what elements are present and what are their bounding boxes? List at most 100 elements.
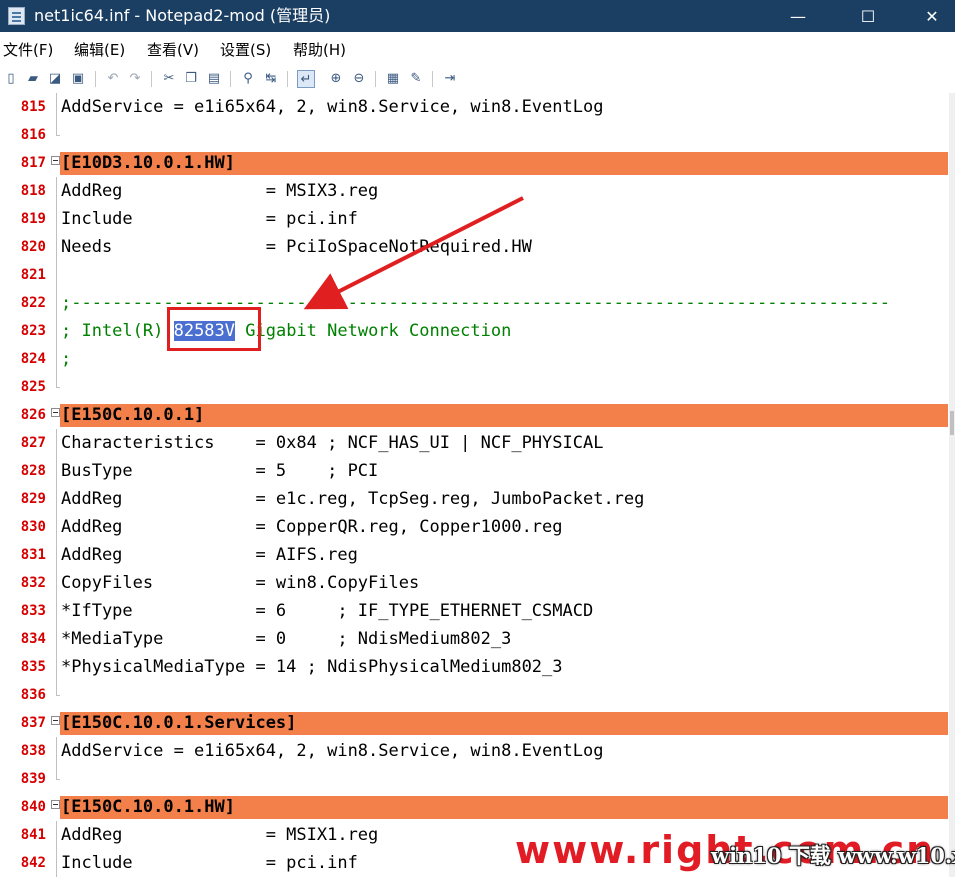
toolbar-separator — [95, 71, 96, 87]
code-line[interactable]: 826 [E150C.10.0.1] — [0, 401, 949, 429]
customize-icon[interactable]: ✎ — [407, 70, 425, 88]
toolbar-separator — [287, 71, 288, 87]
toolbar-separator — [151, 71, 152, 87]
code-text: Characteristics = 0x84 ; NCF_HAS_UI | NC… — [61, 433, 604, 453]
line-number: 838 — [20, 743, 46, 759]
code-line[interactable]: 828 BusType = 5 ; PCI — [0, 457, 949, 485]
fold-guide — [52, 765, 60, 793]
undo-icon[interactable]: ↶ — [104, 70, 122, 88]
new-file-icon[interactable]: ▯ — [2, 70, 20, 88]
code-text: BusType = 5 ; PCI — [61, 461, 379, 481]
close-button[interactable]: ✕ — [909, 0, 955, 32]
vertical-scrollbar[interactable] — [949, 93, 955, 877]
scrollbar-thumb[interactable] — [950, 411, 954, 435]
toolbar-separator — [432, 71, 433, 87]
menu-file[interactable]: 文件(F) — [3, 41, 53, 59]
zoom-out-icon[interactable]: ⊖ — [350, 70, 368, 88]
code-line[interactable]: 833 *IfType = 6 ; IF_TYPE_ETHERNET_CSMACD — [0, 597, 949, 625]
notepad-app-icon[interactable] — [8, 7, 25, 25]
line-number: 833 — [20, 603, 46, 619]
code-line[interactable]: 825 — [0, 373, 949, 401]
browse-icon[interactable]: ◪ — [46, 70, 64, 88]
code-text: AddReg = e1c.reg, TcpSeg.reg, JumboPacke… — [61, 489, 645, 509]
menu-help[interactable]: 帮助(H) — [293, 41, 346, 59]
find-icon[interactable]: ⚲ — [239, 70, 257, 88]
code-line[interactable]: 839 — [0, 765, 949, 793]
word-wrap-icon[interactable]: ↵ — [297, 70, 315, 88]
code-line[interactable]: 835 *PhysicalMediaType = 14 ; NdisPhysica… — [0, 653, 949, 681]
save-icon[interactable]: ▣ — [69, 70, 87, 88]
scheme-icon[interactable]: ▦ — [384, 70, 402, 88]
fold-guide — [52, 121, 60, 149]
minimize-button[interactable]: — — [775, 0, 821, 32]
line-number: 837 — [20, 715, 46, 731]
fold-guide — [52, 849, 60, 877]
menu-view[interactable]: 查看(V) — [147, 41, 199, 59]
code-text: [E150C.10.0.1.HW] — [61, 797, 235, 817]
fold-guide — [52, 457, 60, 485]
redo-icon[interactable]: ↷ — [126, 70, 144, 88]
line-number: 816 — [20, 127, 46, 143]
fold-guide — [52, 289, 60, 317]
code-text: AddReg = MSIX1.reg — [61, 825, 379, 845]
fold-toggle-icon[interactable] — [51, 716, 60, 725]
code-line[interactable]: 816 — [0, 121, 949, 149]
line-number: 829 — [20, 491, 46, 507]
code-line[interactable]: 830 AddReg = CopperQR.reg, Copper1000.reg — [0, 513, 949, 541]
code-line[interactable]: 820 Needs = PciIoSpaceNotRequired.HW — [0, 233, 949, 261]
replace-icon[interactable]: ↹ — [262, 70, 280, 88]
fold-guide — [52, 541, 60, 569]
fold-toggle-icon[interactable] — [51, 800, 60, 809]
code-text: ; — [61, 349, 72, 369]
fold-guide — [52, 681, 60, 709]
code-line[interactable]: 823 ; Intel(R) 82583V Gigabit Network Con… — [0, 317, 949, 345]
code-line[interactable]: 837 [E150C.10.0.1.Services] — [0, 709, 949, 737]
code-line[interactable]: 836 — [0, 681, 949, 709]
title-bar: net1ic64.inf - Notepad2-mod (管理员) — ☐ ✕ — [0, 0, 955, 32]
fold-guide — [52, 317, 60, 345]
code-line[interactable]: 817 [E10D3.10.0.1.HW] — [0, 149, 949, 177]
fold-toggle-icon[interactable] — [51, 156, 60, 165]
code-line[interactable]: 824; — [0, 345, 949, 373]
code-line[interactable]: 818 AddReg = MSIX3.reg — [0, 177, 949, 205]
line-number: 841 — [20, 827, 46, 843]
code-line[interactable]: 838 AddService = e1i65x64, 2, win8.Servic… — [0, 737, 949, 765]
code-line[interactable]: 840 [E150C.10.0.1.HW] — [0, 793, 949, 821]
toolbar-separator — [375, 71, 376, 87]
code-text: Include = pci.inf — [61, 209, 358, 229]
fold-guide — [52, 93, 60, 121]
code-line[interactable]: 822 ;------------------------------------… — [0, 289, 949, 317]
code-line[interactable]: 821 — [0, 261, 949, 289]
fold-guide — [52, 485, 60, 513]
code-line[interactable]: 832 CopyFiles = win8.CopyFiles — [0, 569, 949, 597]
open-file-icon[interactable]: ▰ — [24, 70, 42, 88]
code-text: ; Intel(R) 82583V Gigabit Network Connec… — [61, 317, 511, 345]
paste-icon[interactable]: ▤ — [205, 70, 223, 88]
fold-guide — [52, 233, 60, 261]
maximize-button[interactable]: ☐ — [845, 0, 891, 32]
code-text: AddReg = CopperQR.reg, Copper1000.reg — [61, 517, 563, 537]
menu-bar: 文件(F) 编辑(E) 查看(V) 设置(S) 帮助(H) — [0, 34, 955, 66]
fold-guide — [52, 177, 60, 205]
copy-icon[interactable]: ❐ — [182, 70, 200, 88]
code-line[interactable]: 819 Include = pci.inf — [0, 205, 949, 233]
fold-guide — [52, 205, 60, 233]
code-line[interactable]: 815 AddService = e1i65x64, 2, win8.Servic… — [0, 93, 949, 121]
zoom-in-icon[interactable]: ⊕ — [327, 70, 345, 88]
fold-toggle-icon[interactable] — [51, 408, 60, 417]
menu-settings[interactable]: 设置(S) — [220, 41, 271, 59]
code-line[interactable]: 827 Characteristics = 0x84 ; NCF_HAS_UI |… — [0, 429, 949, 457]
cut-icon[interactable]: ✂ — [160, 70, 178, 88]
fold-guide — [52, 737, 60, 765]
editor-text-area[interactable]: 815 AddService = e1i65x64, 2, win8.Servic… — [0, 93, 949, 877]
code-line[interactable]: 829 AddReg = e1c.reg, TcpSeg.reg, JumboPa… — [0, 485, 949, 513]
code-line[interactable]: 834 *MediaType = 0 ; NdisMedium802_3 — [0, 625, 949, 653]
code-text: *MediaType = 0 ; NdisMedium802_3 — [61, 629, 512, 649]
menu-edit[interactable]: 编辑(E) — [74, 41, 125, 59]
line-number: 823 — [20, 323, 46, 339]
code-line[interactable]: 831 AddReg = AIFS.reg — [0, 541, 949, 569]
line-number: 835 — [20, 659, 46, 675]
line-number: 834 — [20, 631, 46, 647]
fold-guide — [52, 653, 60, 681]
exit-icon[interactable]: ⇥ — [441, 70, 459, 88]
